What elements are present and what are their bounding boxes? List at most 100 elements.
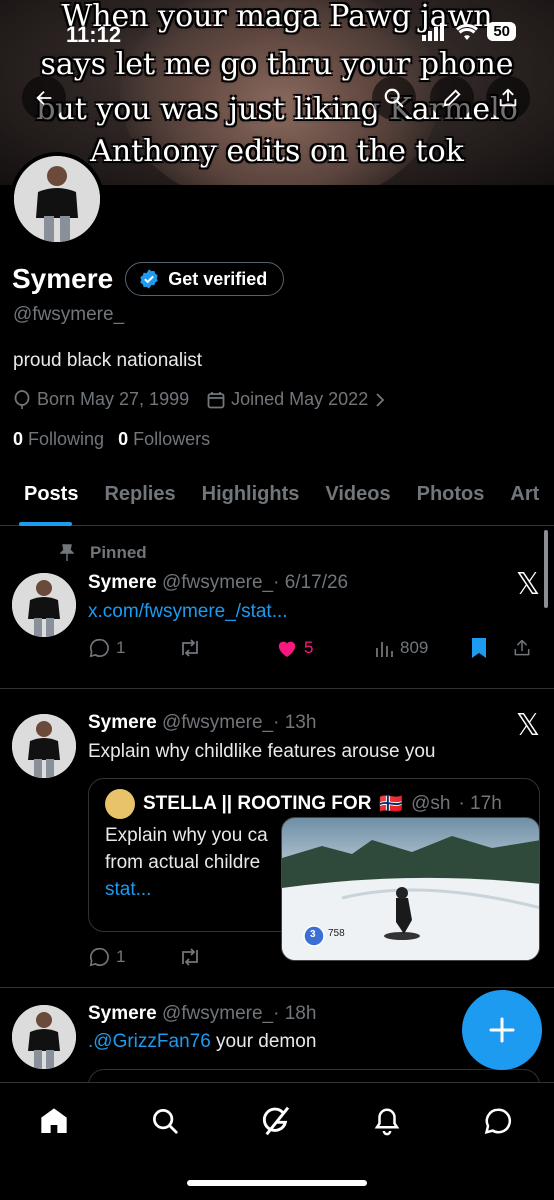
post-header: Symere @fwsymere_· 13h — [88, 712, 316, 734]
nav-grok[interactable] — [256, 1101, 296, 1141]
post-text: Explain why childlike features arouse yo… — [88, 741, 436, 762]
tab-photos[interactable]: Photos — [404, 468, 498, 526]
share-post-button[interactable] — [512, 637, 532, 659]
views-button[interactable]: 809 — [374, 638, 470, 658]
following-link[interactable]: 0 Following — [13, 429, 104, 450]
tab-articles[interactable]: Art — [497, 468, 552, 526]
home-indicator[interactable] — [187, 1180, 367, 1186]
grok-icon — [262, 1106, 290, 1136]
pinned-indicator: Pinned — [60, 543, 147, 563]
get-verified-button[interactable]: Get verified — [125, 262, 285, 296]
share-button[interactable] — [486, 76, 530, 120]
repost-button[interactable] — [178, 946, 276, 968]
profile-handle: @fwsymere_ — [13, 304, 125, 325]
tab-replies[interactable]: Replies — [91, 468, 188, 526]
repost-icon — [182, 948, 198, 966]
post-author-name[interactable]: Symere — [88, 572, 157, 593]
nav-messages[interactable] — [478, 1101, 518, 1141]
plus-icon — [489, 1017, 515, 1043]
compose-button[interactable] — [462, 990, 542, 1070]
following-count: 0 — [13, 429, 24, 449]
post-author-name[interactable]: Symere — [88, 712, 157, 733]
tab-highlights[interactable]: Highlights — [189, 468, 313, 526]
post-text: .@GrizzFan76 your demon — [88, 1031, 316, 1053]
following-label: Following — [28, 429, 105, 449]
video-pip-overlay[interactable]: 3 758 — [281, 817, 540, 961]
nav-home[interactable] — [34, 1101, 74, 1141]
signal-icon — [422, 22, 445, 41]
reply-count: 1 — [116, 638, 126, 657]
chat-icon — [484, 1108, 512, 1134]
video-frame — [282, 836, 539, 960]
post-header: Symere @fwsymere_· 18h — [88, 1003, 316, 1025]
post-avatar[interactable] — [12, 714, 76, 778]
post-avatar[interactable] — [12, 1005, 76, 1069]
profile-bio: proud black nationalist — [13, 350, 203, 371]
video-badge: 3 — [310, 929, 316, 940]
followers-link[interactable]: 0 Followers — [118, 429, 210, 450]
quoted-author-handle: @sh — [411, 793, 451, 814]
bell-icon — [374, 1108, 400, 1136]
post-author-name[interactable]: Symere — [88, 1003, 157, 1024]
balloon-icon — [14, 389, 30, 409]
back-arrow-icon — [36, 90, 52, 106]
tab-posts[interactable]: Posts — [0, 468, 91, 526]
x-logo-icon: 𝕏 — [515, 708, 540, 743]
quoted-link[interactable]: stat... — [105, 879, 151, 901]
post-time: · 13h — [273, 712, 317, 733]
status-icons: 50 — [421, 22, 516, 41]
search-icon — [384, 88, 404, 108]
followers-label: Followers — [133, 429, 211, 449]
search-icon — [153, 1109, 178, 1134]
nav-explore[interactable] — [145, 1101, 185, 1141]
pinned-label: Pinned — [90, 543, 147, 562]
x-logo-icon: 𝕏 — [515, 567, 540, 602]
home-icon — [41, 1108, 67, 1133]
calendar-icon — [207, 391, 225, 408]
post-text-rest: your demon — [210, 1031, 317, 1052]
post-author-handle: @fwsymere_ — [161, 1003, 274, 1024]
verified-badge-icon — [140, 269, 158, 289]
chevron-right-icon[interactable] — [374, 392, 386, 407]
nav-notifications[interactable] — [367, 1101, 407, 1141]
post-author-handle: @fwsymere_ — [161, 572, 274, 593]
profile-avatar[interactable] — [10, 152, 104, 246]
post-pinned[interactable]: Pinned Symere @fwsymere_· 6/17/26 𝕏 x.co… — [0, 527, 554, 689]
quoted-avatar — [105, 789, 135, 819]
profile-tabs: Posts Replies Highlights Videos Photos A… — [0, 468, 554, 526]
heart-filled-icon — [278, 641, 296, 658]
get-verified-label: Get verified — [168, 268, 268, 289]
post-time: · 6/17/26 — [273, 572, 349, 593]
post-avatar[interactable] — [12, 573, 76, 637]
battery-level: 50 — [487, 22, 516, 41]
back-button[interactable] — [22, 76, 66, 120]
bookmark-button[interactable] — [470, 637, 512, 659]
reply-count: 1 — [116, 947, 126, 966]
share-icon — [514, 639, 530, 656]
repost-button[interactable] — [178, 637, 276, 659]
view-count: 809 — [400, 638, 429, 657]
share-icon — [499, 88, 517, 107]
reply-button[interactable]: 1 — [88, 637, 178, 659]
quoted-flag: 🇳🇴 — [379, 794, 404, 815]
search-button[interactable] — [372, 76, 416, 120]
tab-videos[interactable]: Videos — [312, 468, 403, 526]
reply-button[interactable]: 1 — [88, 946, 178, 968]
reply-icon — [89, 947, 109, 967]
post-actions: 1 5 809 — [88, 637, 538, 659]
quoted-text-line-2: from actual childre — [105, 852, 261, 873]
followers-count: 0 — [118, 429, 129, 449]
mention-link[interactable]: .@GrizzFan76 — [88, 1031, 211, 1052]
status-time: 11:12 — [66, 22, 122, 47]
quoted-author-name: STELLA || ROOTING FOR — [143, 793, 372, 814]
avatar-photo — [14, 156, 100, 242]
reply-icon — [89, 638, 109, 658]
bookmark-filled-icon — [472, 638, 486, 658]
pin-icon — [60, 544, 74, 561]
meme-caption-line-2: says let me go thru your phone — [40, 47, 514, 82]
like-button[interactable]: 5 — [276, 638, 374, 658]
profile-birthdate: Born May 27, 1999 — [37, 389, 190, 409]
post-link[interactable]: x.com/fwsymere_/stat... — [88, 601, 288, 623]
edit-button[interactable] — [430, 76, 474, 120]
video-counter: 758 — [328, 928, 345, 939]
